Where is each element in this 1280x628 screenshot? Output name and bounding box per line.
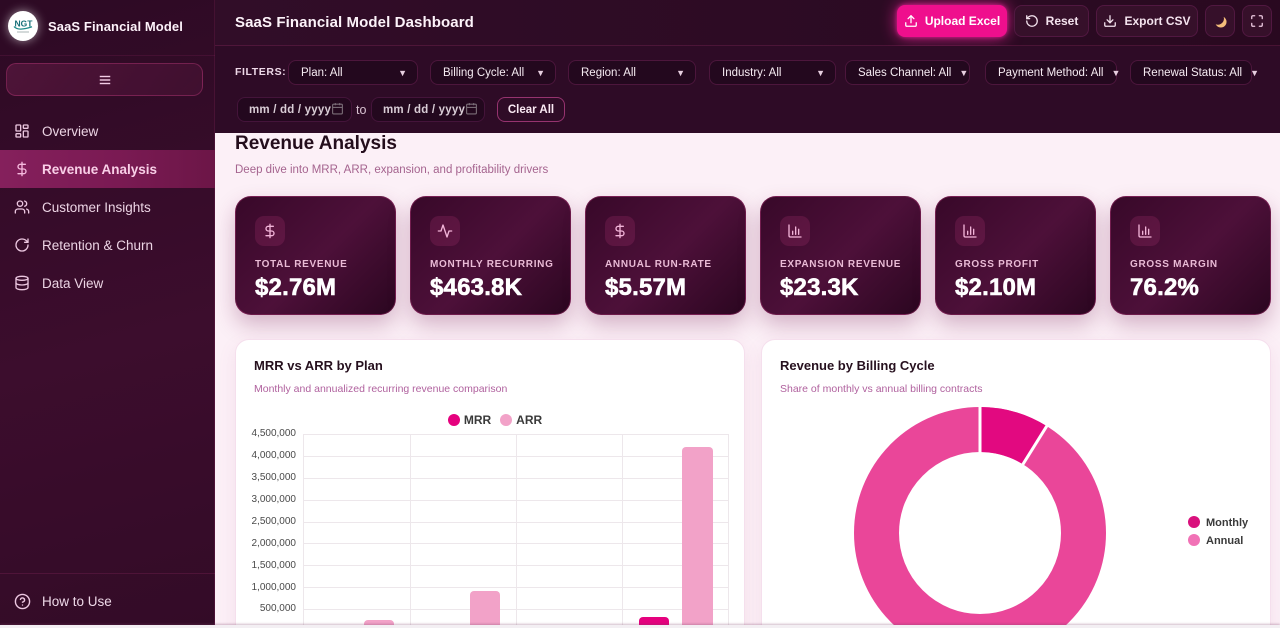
svg-text:Monthly: Monthly	[1206, 517, 1249, 529]
svg-text:Annual: Annual	[1206, 535, 1243, 547]
